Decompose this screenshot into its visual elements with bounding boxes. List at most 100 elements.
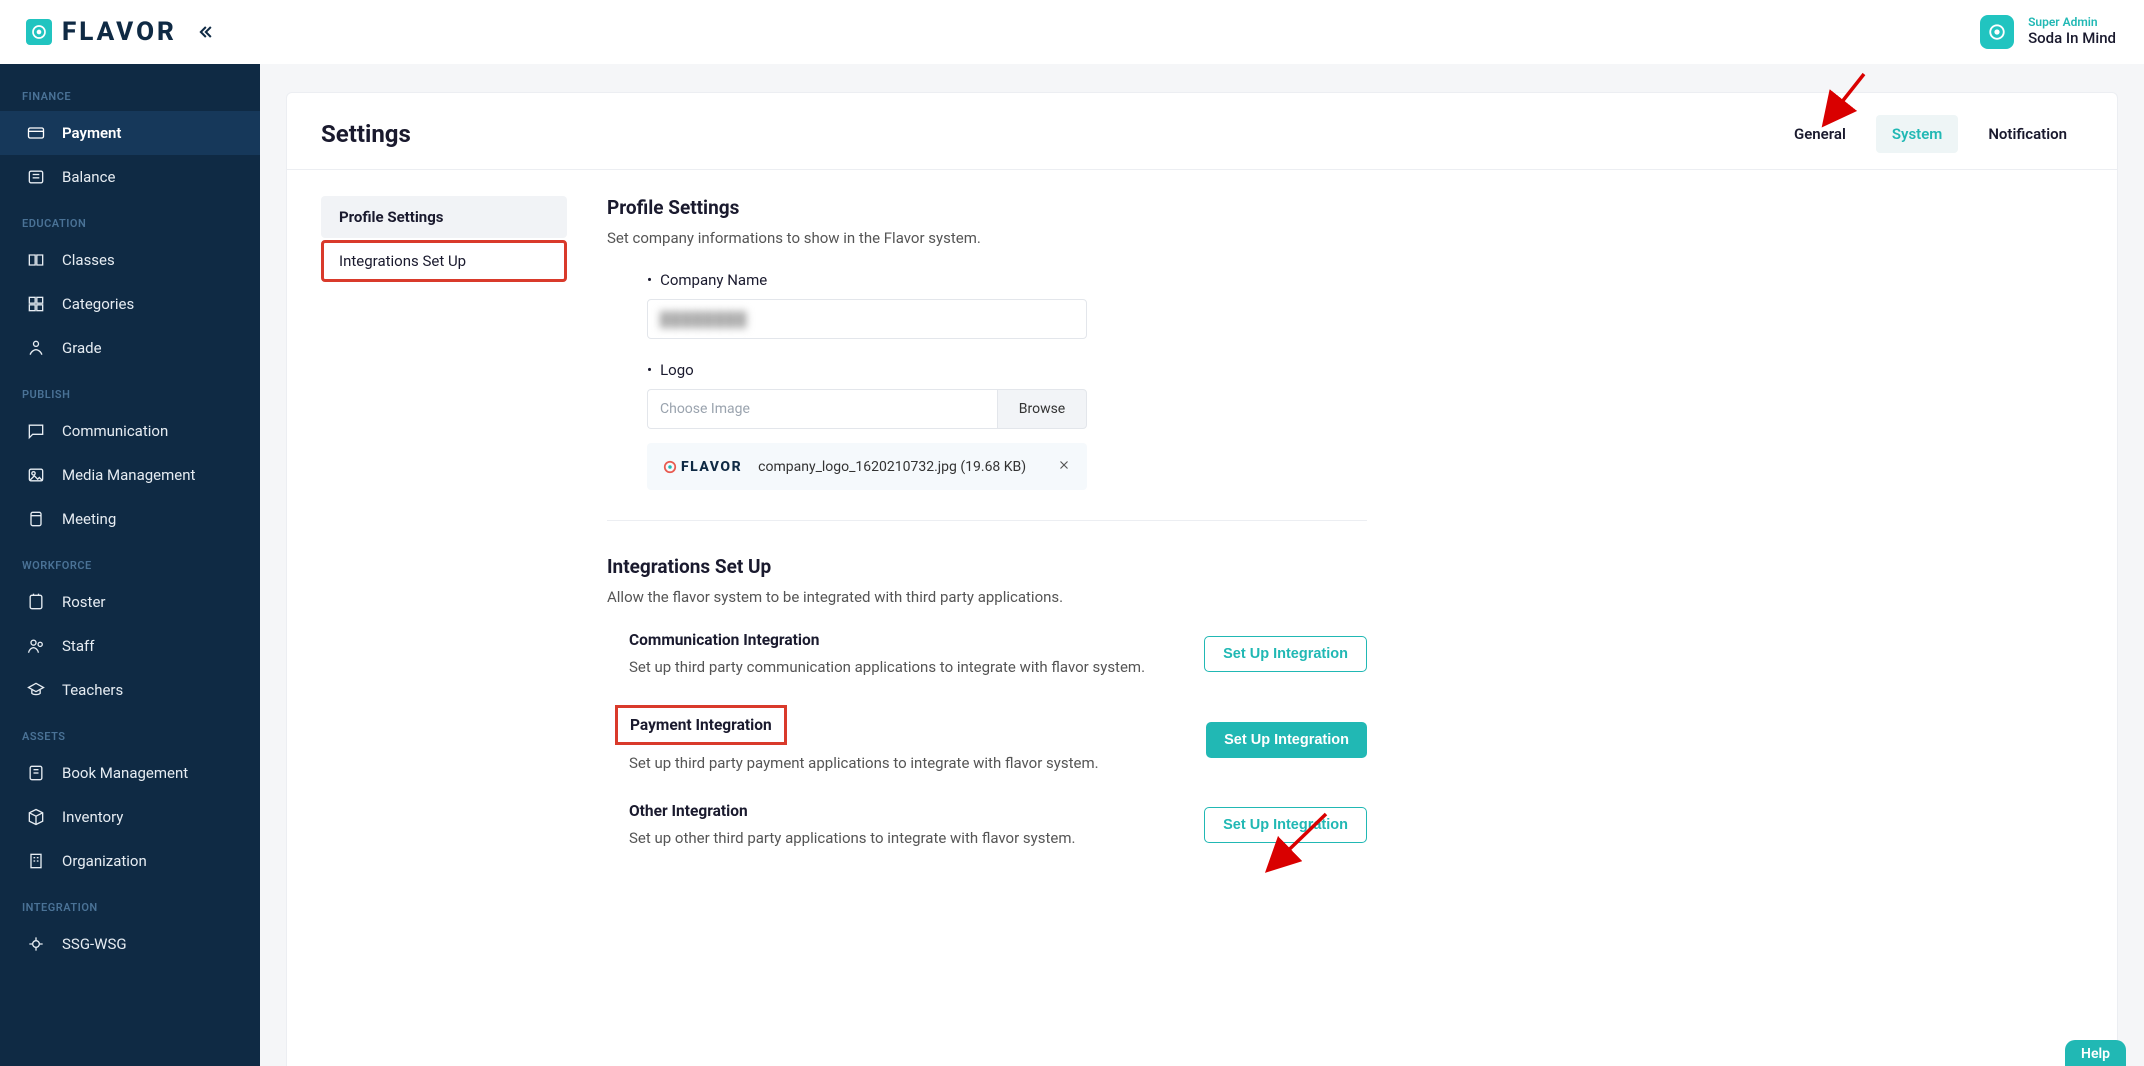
settings-card: Settings General System Notification Pro… <box>286 92 2118 1066</box>
card-body: Profile Settings Integrations Set Up Pro… <box>287 170 2117 955</box>
roster-icon <box>26 592 46 612</box>
logo-group: Logo Choose Image Browse FLAVOR company_… <box>647 361 1167 490</box>
setup-other-button[interactable]: Set Up Integration <box>1204 807 1367 843</box>
settings-outline: Profile Settings Integrations Set Up <box>287 196 567 915</box>
browse-button[interactable]: Browse <box>997 389 1087 429</box>
sidebar-item-label: SSG-WSG <box>62 935 127 953</box>
topbar-right: Super Admin Soda In Mind <box>1980 15 2116 49</box>
sidebar-item-staff[interactable]: Staff <box>0 624 260 668</box>
user-meta[interactable]: Super Admin Soda In Mind <box>2028 16 2116 47</box>
sidebar-collapse-button[interactable] <box>195 22 215 42</box>
close-icon <box>1057 458 1071 472</box>
teachers-icon <box>26 680 46 700</box>
brand-mark-icon <box>26 19 52 45</box>
communication-icon <box>26 421 46 441</box>
outline-integrations-setup[interactable]: Integrations Set Up <box>321 240 567 282</box>
logo-thumb-text: FLAVOR <box>681 459 742 475</box>
integration-text: Payment Integration Set up third party p… <box>629 705 1176 775</box>
company-name-value: ████████ <box>660 311 747 328</box>
categories-icon <box>26 294 46 314</box>
sidebar-item-book-management[interactable]: Book Management <box>0 751 260 795</box>
sidebar-section-integration: INTEGRATION <box>0 883 260 922</box>
user-org: Soda In Mind <box>2028 30 2116 47</box>
sidebar-item-teachers[interactable]: Teachers <box>0 668 260 712</box>
sidebar-item-payment[interactable]: Payment <box>0 111 260 155</box>
sidebar-item-label: Balance <box>62 168 115 186</box>
logo-file-row: Choose Image Browse <box>647 389 1087 429</box>
sidebar: FINANCE Payment Balance EDUCATION Classe… <box>0 64 260 1066</box>
logo-thumb-icon <box>663 460 677 474</box>
sidebar-section-publish: PUBLISH <box>0 370 260 409</box>
media-icon <box>26 465 46 485</box>
integrations-heading: Integrations Set Up <box>607 555 2077 578</box>
sidebar-item-balance[interactable]: Balance <box>0 155 260 199</box>
payment-icon <box>26 123 46 143</box>
brand-name: FLAVOR <box>62 17 177 47</box>
classes-icon <box>26 250 46 270</box>
sidebar-item-label: Roster <box>62 593 105 611</box>
integration-desc: Set up third party payment applications … <box>629 753 1176 775</box>
logo-preview: FLAVOR company_logo_1620210732.jpg (19.6… <box>647 443 1087 490</box>
sidebar-section-assets: ASSETS <box>0 712 260 751</box>
sidebar-section-workforce: WORKFORCE <box>0 541 260 580</box>
integration-payment: Payment Integration Set up third party p… <box>629 705 1367 775</box>
book-icon <box>26 763 46 783</box>
sidebar-item-label: Media Management <box>62 466 195 484</box>
profile-subtitle: Set company informations to show in the … <box>607 229 2077 247</box>
integrations-subtitle: Allow the flavor system to be integrated… <box>607 588 2077 606</box>
setup-communication-button[interactable]: Set Up Integration <box>1204 636 1367 672</box>
help-button[interactable]: Help <box>2065 1040 2126 1066</box>
company-name-group: Company Name ████████ <box>647 271 1167 339</box>
sidebar-item-label: Meeting <box>62 510 116 528</box>
tab-notification[interactable]: Notification <box>1972 115 2083 153</box>
logo-label: Logo <box>647 361 1167 379</box>
sidebar-item-label: Categories <box>62 295 134 313</box>
user-role: Super Admin <box>2028 16 2098 30</box>
sidebar-item-label: Classes <box>62 251 115 269</box>
sidebar-item-label: Book Management <box>62 764 188 782</box>
section-divider <box>607 520 1367 521</box>
sidebar-item-roster[interactable]: Roster <box>0 580 260 624</box>
logo-thumb: FLAVOR <box>663 459 742 475</box>
sidebar-item-grade[interactable]: Grade <box>0 326 260 370</box>
integration-title: Other Integration <box>629 802 748 820</box>
sidebar-item-meeting[interactable]: Meeting <box>0 497 260 541</box>
tab-general[interactable]: General <box>1778 115 1862 153</box>
sidebar-item-ssg-wsg[interactable]: SSG-WSG <box>0 922 260 966</box>
sidebar-section-education: EDUCATION <box>0 199 260 238</box>
company-name-label: Company Name <box>647 271 1167 289</box>
sidebar-item-label: Grade <box>62 339 102 357</box>
integration-text: Other Integration Set up other third par… <box>629 801 1174 850</box>
sidebar-item-organization[interactable]: Organization <box>0 839 260 883</box>
sidebar-item-label: Communication <box>62 422 168 440</box>
tab-system[interactable]: System <box>1876 115 1958 153</box>
profile-heading: Profile Settings <box>607 196 2077 219</box>
topbar: FLAVOR Super Admin Soda In Mind <box>0 0 2144 64</box>
balance-icon <box>26 167 46 187</box>
outline-profile-settings[interactable]: Profile Settings <box>321 196 567 238</box>
integration-icon <box>26 934 46 954</box>
sidebar-item-categories[interactable]: Categories <box>0 282 260 326</box>
sidebar-item-communication[interactable]: Communication <box>0 409 260 453</box>
sidebar-item-label: Staff <box>62 637 94 655</box>
settings-tabs: General System Notification <box>1778 115 2083 153</box>
company-name-input[interactable]: ████████ <box>647 299 1087 339</box>
sidebar-item-classes[interactable]: Classes <box>0 238 260 282</box>
sidebar-item-label: Organization <box>62 852 147 870</box>
sidebar-item-label: Teachers <box>62 681 123 699</box>
sidebar-item-media-management[interactable]: Media Management <box>0 453 260 497</box>
integration-communication: Communication Integration Set up third p… <box>629 630 1367 679</box>
user-avatar[interactable] <box>1980 15 2014 49</box>
integration-title: Payment Integration <box>615 705 787 745</box>
meeting-icon <box>26 509 46 529</box>
logo-file-input[interactable]: Choose Image <box>647 389 997 429</box>
setup-payment-button[interactable]: Set Up Integration <box>1206 722 1367 758</box>
integration-desc: Set up third party communication applica… <box>629 657 1174 679</box>
sidebar-item-label: Payment <box>62 124 121 142</box>
sidebar-section-finance: FINANCE <box>0 72 260 111</box>
integration-other: Other Integration Set up other third par… <box>629 801 1367 850</box>
sidebar-item-inventory[interactable]: Inventory <box>0 795 260 839</box>
inventory-icon <box>26 807 46 827</box>
remove-logo-button[interactable] <box>1057 457 1071 476</box>
brand-logo[interactable]: FLAVOR <box>26 17 177 47</box>
